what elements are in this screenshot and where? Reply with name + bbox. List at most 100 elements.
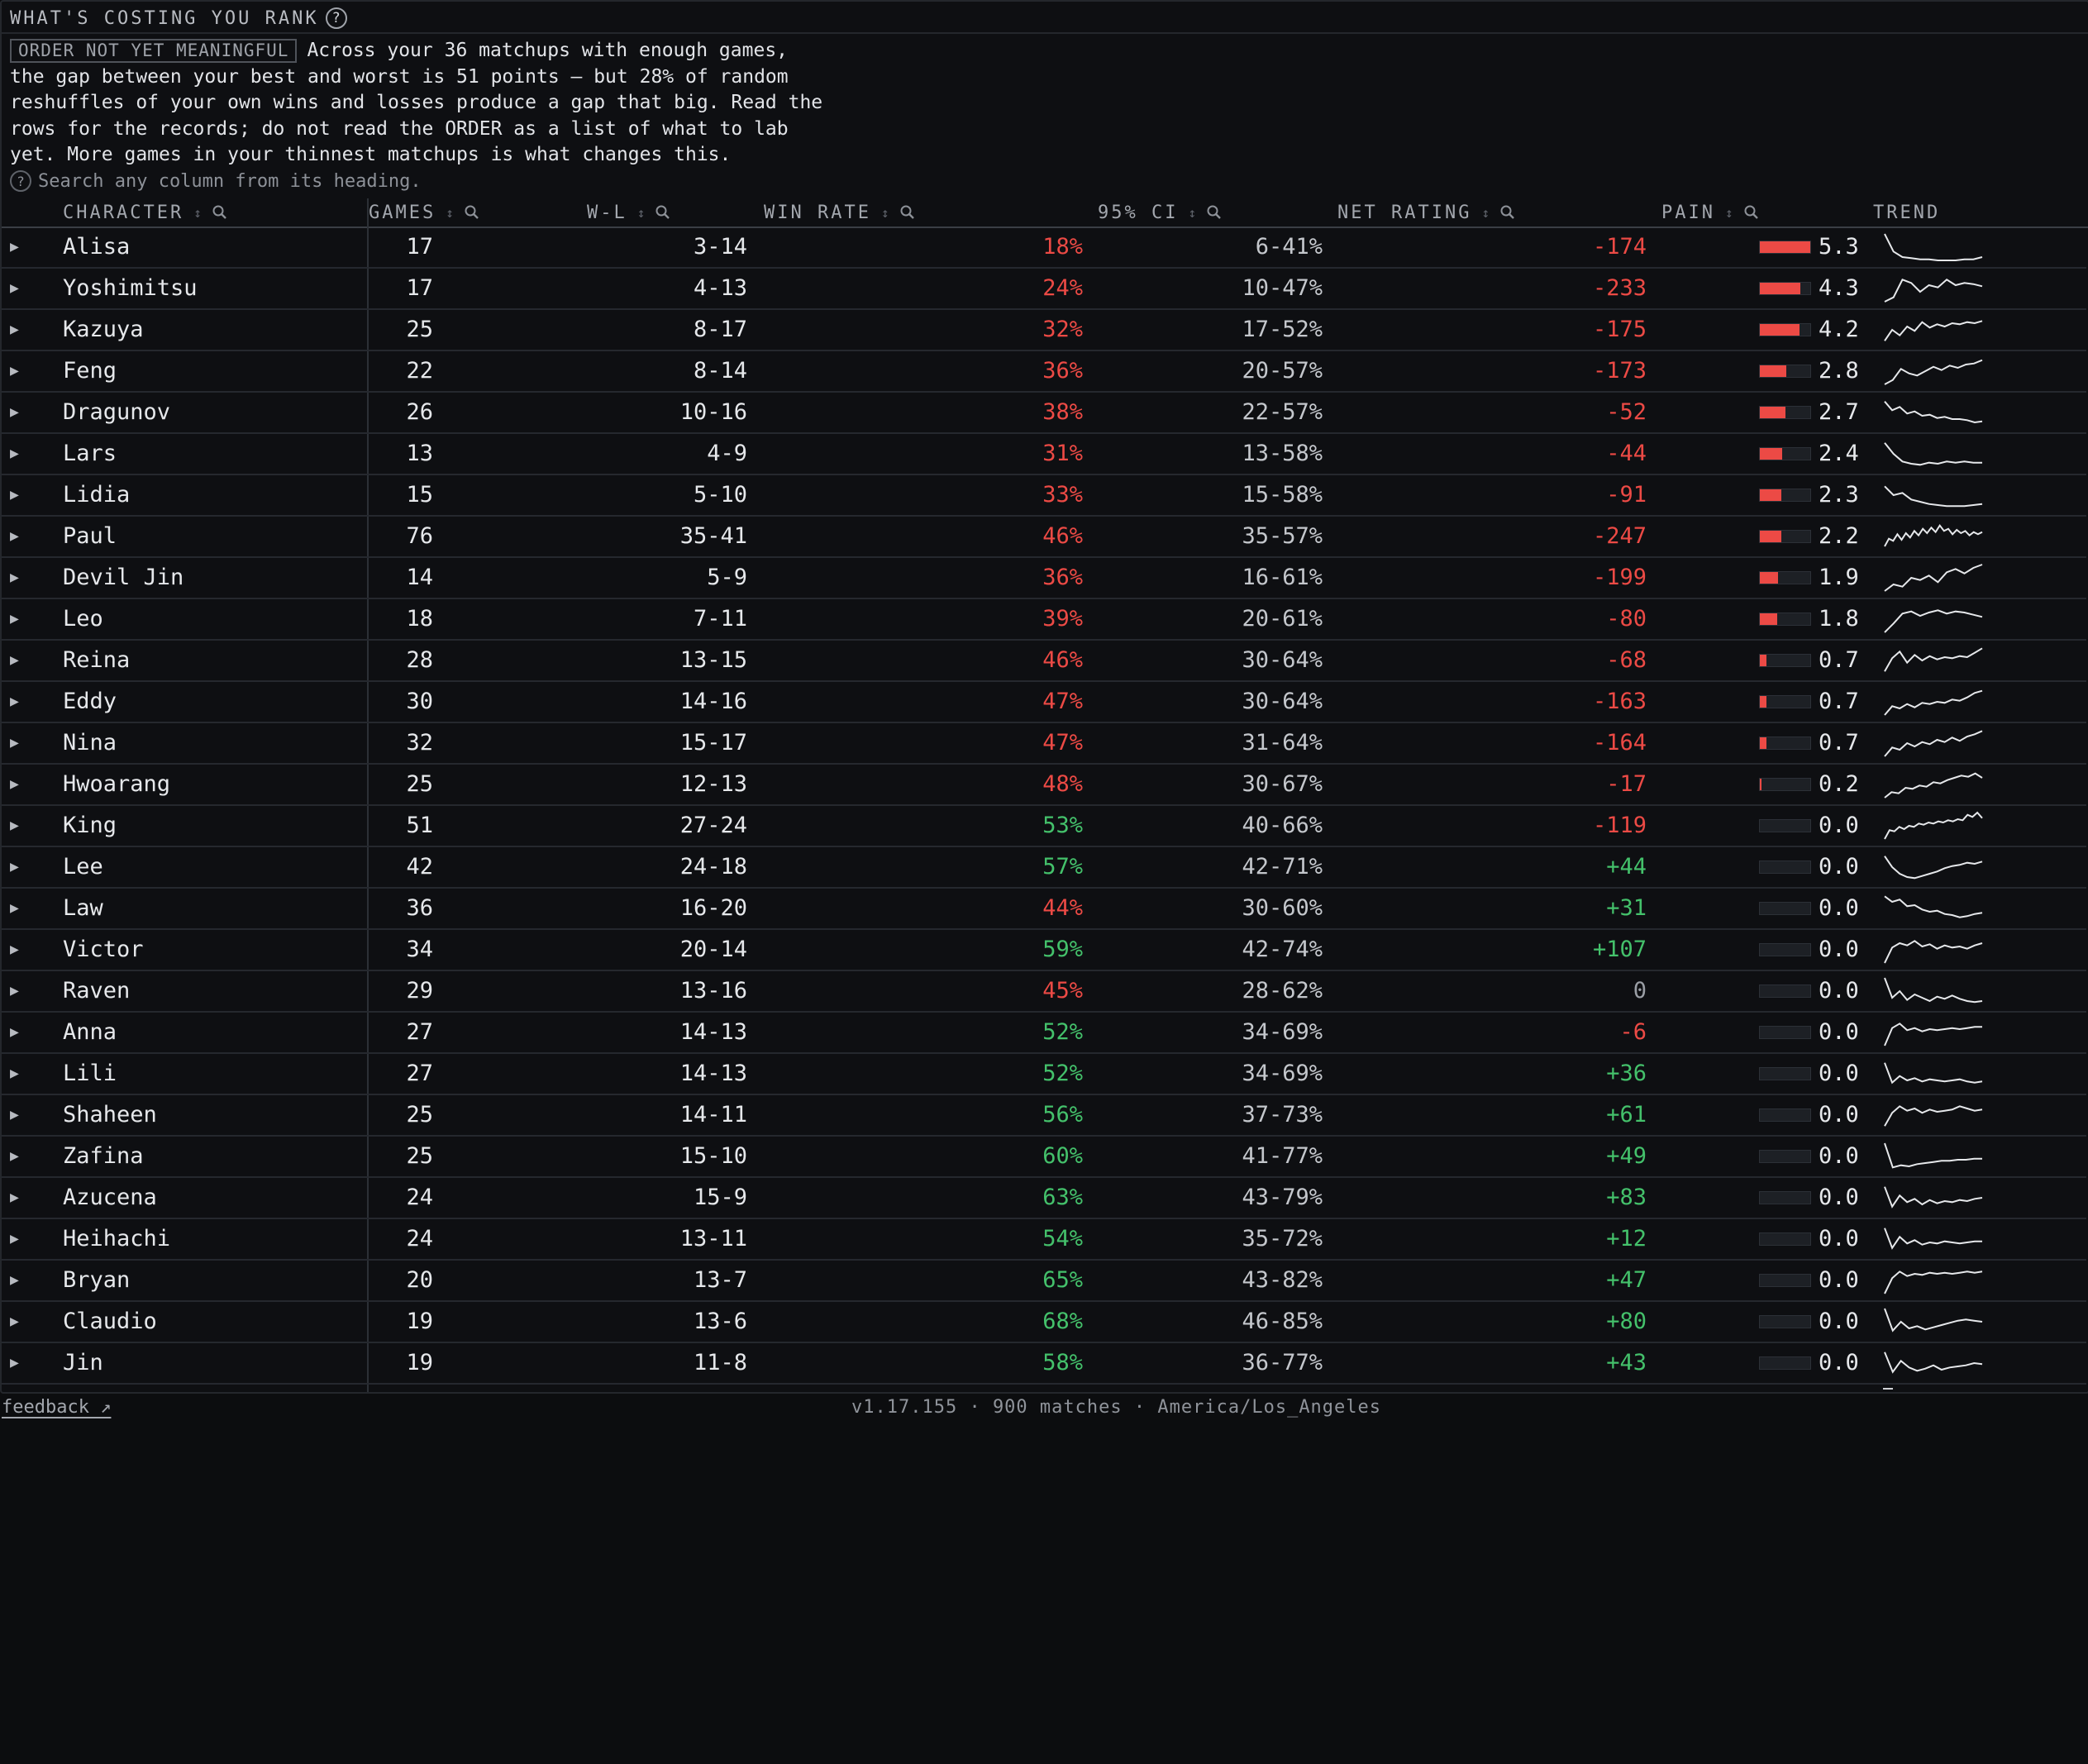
search-icon[interactable]	[1743, 204, 1760, 221]
table-row[interactable]: ▶ Heihachi 24 13-11 54% 35-72% +12 0.0	[2, 1219, 2086, 1261]
column-header-net-rating[interactable]: NET RATING ↕	[1337, 198, 1516, 226]
games-count: 26	[406, 399, 433, 425]
table-row[interactable]: ▶ King 51 27-24 53% 40-66% -119 0.0	[2, 806, 2086, 847]
table-row[interactable]: ▶ Lili 27 14-13 52% 34-69% +36 0.0	[2, 1054, 2086, 1095]
help-icon[interactable]: ?	[325, 7, 347, 29]
table-row[interactable]: ▶ Dragunov 26 10-16 38% 22-57% -52 2.7	[2, 393, 2086, 434]
search-icon[interactable]	[1206, 204, 1223, 221]
table-row[interactable]: ▶ Kazuya 25 8-17 32% 17-52% -175 4.2	[2, 310, 2086, 351]
trend-sparkline	[1884, 485, 1983, 508]
win-rate: 36%	[1042, 565, 1083, 590]
expand-row-icon[interactable]: ▶	[10, 765, 19, 804]
search-hint-text: Search any column from its heading.	[38, 170, 422, 192]
expand-row-icon[interactable]: ▶	[10, 847, 19, 887]
sort-icon[interactable]: ↕	[1725, 205, 1733, 221]
win-rate: 46%	[1042, 523, 1083, 549]
table-row[interactable]: ▶ Claudio 19 13-6 68% 46-85% +80 0.0	[2, 1302, 2086, 1343]
search-icon[interactable]	[655, 204, 671, 221]
expand-row-icon[interactable]: ▶	[10, 930, 19, 970]
table-row[interactable]: ▶ Feng 22 8-14 36% 20-57% -173 2.8	[2, 351, 2086, 393]
table-row[interactable]: ▶ Eddy 30 14-16 47% 30-64% -163 0.7	[2, 682, 2086, 723]
table-row[interactable]: ▶ Law 36 16-20 44% 30-60% +31 0.0	[2, 889, 2086, 930]
order-status-badge: ORDER NOT YET MEANINGFUL	[10, 39, 298, 63]
search-help-icon[interactable]: ?	[10, 170, 31, 192]
sort-icon[interactable]: ↕	[1481, 205, 1490, 221]
sort-icon[interactable]: ↕	[1188, 205, 1196, 221]
table-row[interactable]: ▶ Anna 27 14-13 52% 34-69% -6 0.0	[2, 1013, 2086, 1054]
character-name: Raven	[63, 978, 131, 1004]
table-row[interactable]: ▶ Nina 32 15-17 47% 31-64% -164 0.7	[2, 723, 2086, 765]
sort-icon[interactable]: ↕	[193, 205, 202, 221]
table-row[interactable]: ▶ Raven 29 13-16 45% 28-62% 0 0.0	[2, 971, 2086, 1013]
expand-row-icon[interactable]: ▶	[10, 310, 19, 350]
expand-row-icon[interactable]: ▶	[10, 269, 19, 308]
feedback-link[interactable]: feedback ↗	[2, 1397, 111, 1418]
table-row[interactable]: ▶ Hwoarang 25 12-13 48% 30-67% -17 0.2	[2, 765, 2086, 806]
expand-row-icon[interactable]: ▶	[10, 351, 19, 391]
table-row[interactable]: ▶ Azucena 24 15-9 63% 43-79% +83 0.0	[2, 1178, 2086, 1219]
table-row[interactable]: ▶ Alisa 17 3-14 18% 6-41% -174 5.3	[2, 227, 2086, 269]
expand-row-icon[interactable]: ▶	[10, 641, 19, 680]
table-row[interactable]: ▶ Bryan 20 13-7 65% 43-82% +47 0.0	[2, 1261, 2086, 1302]
expand-row-icon[interactable]: ▶	[10, 1054, 19, 1094]
win-loss-record: 13-15	[679, 647, 747, 673]
expand-row-icon[interactable]: ▶	[10, 1219, 19, 1259]
column-header-ci[interactable]: 95% CI ↕	[1098, 198, 1223, 226]
pain-bar-fill	[1760, 779, 1762, 790]
win-loss-record: 4-9	[707, 441, 747, 466]
expand-row-icon[interactable]: ▶	[10, 806, 19, 846]
table-row[interactable]: ▶ Shaheen 25 14-11 56% 37-73% +61 0.0	[2, 1095, 2086, 1137]
table-row[interactable]: ▶ Lars 13 4-9 31% 13-58% -44 2.4	[2, 434, 2086, 475]
expand-row-icon[interactable]: ▶	[10, 1178, 19, 1218]
table-row[interactable]: ▶ Zafina 25 15-10 60% 41-77% +49 0.0	[2, 1137, 2086, 1178]
expand-row-icon[interactable]: ▶	[10, 1302, 19, 1342]
pain-value: 0.2	[1819, 771, 1859, 797]
trend-sparkline	[1884, 233, 1983, 261]
pain-value: 0.0	[1819, 1226, 1859, 1251]
expand-row-icon[interactable]: ▶	[10, 1137, 19, 1176]
table-row[interactable]: ▶ Leo 18 7-11 39% 20-61% -80 1.8	[2, 599, 2086, 641]
expand-row-icon[interactable]: ▶	[10, 889, 19, 928]
expand-row-icon[interactable]: ▶	[10, 971, 19, 1011]
panel-title: WHAT'S COSTING YOU RANK	[10, 7, 319, 29]
table-row[interactable]: ▶ Victor 34 20-14 59% 42-74% +107 0.0	[2, 930, 2086, 971]
trend-sparkline	[1884, 730, 1983, 757]
search-icon[interactable]	[464, 204, 480, 221]
net-rating: +107	[1592, 937, 1647, 962]
expand-row-icon[interactable]: ▶	[10, 1095, 19, 1135]
games-count: 76	[406, 523, 433, 549]
search-icon[interactable]	[1499, 204, 1516, 221]
expand-row-icon[interactable]: ▶	[10, 558, 19, 598]
expand-row-icon[interactable]: ▶	[10, 393, 19, 432]
column-header-win-rate[interactable]: WIN RATE ↕	[764, 198, 916, 226]
column-header-character[interactable]: CHARACTER ↕	[63, 198, 228, 226]
search-icon[interactable]	[899, 204, 916, 221]
column-header-games[interactable]: GAMES ↕	[369, 198, 480, 226]
expand-row-icon[interactable]: ▶	[10, 517, 19, 556]
expand-row-icon[interactable]: ▶	[10, 1013, 19, 1052]
expand-row-icon[interactable]: ▶	[10, 599, 19, 639]
expand-row-icon[interactable]: ▶	[10, 682, 19, 722]
notice-line-2: the gap between your best and worst is 5…	[10, 65, 789, 88]
expand-row-icon[interactable]: ▶	[10, 1343, 19, 1383]
table-row[interactable]: ▶ Lee 42 24-18 57% 42-71% +44 0.0	[2, 847, 2086, 889]
search-icon[interactable]	[212, 204, 228, 221]
column-header-pain[interactable]: PAIN ↕	[1661, 198, 1760, 226]
expand-row-icon[interactable]: ▶	[10, 227, 19, 267]
sort-icon[interactable]: ↕	[881, 205, 889, 221]
table-row[interactable]: ▶ Reina 28 13-15 46% 30-64% -68 0.7	[2, 641, 2086, 682]
table-row[interactable]: ▶ Lidia 15 5-10 33% 15-58% -91 2.3	[2, 475, 2086, 517]
sort-icon[interactable]: ↕	[637, 205, 646, 221]
table-row[interactable]: ▶ Paul 76 35-41 46% 35-57% -247 2.2	[2, 517, 2086, 558]
expand-row-icon[interactable]: ▶	[10, 475, 19, 515]
table-row[interactable]: ▶ Jin 19 11-8 58% 36-77% +43 0.0	[2, 1343, 2086, 1385]
pain-bar	[1759, 985, 1811, 998]
column-header-wl[interactable]: W-L ↕	[587, 198, 671, 226]
table-row[interactable]: ▶ Yoshimitsu 17 4-13 24% 10-47% -233 4.3	[2, 269, 2086, 310]
pain-value: 1.9	[1819, 565, 1859, 590]
expand-row-icon[interactable]: ▶	[10, 723, 19, 763]
expand-row-icon[interactable]: ▶	[10, 1261, 19, 1300]
sort-icon[interactable]: ↕	[446, 205, 454, 221]
expand-row-icon[interactable]: ▶	[10, 434, 19, 474]
table-row[interactable]: ▶ Devil Jin 14 5-9 36% 16-61% -199 1.9	[2, 558, 2086, 599]
